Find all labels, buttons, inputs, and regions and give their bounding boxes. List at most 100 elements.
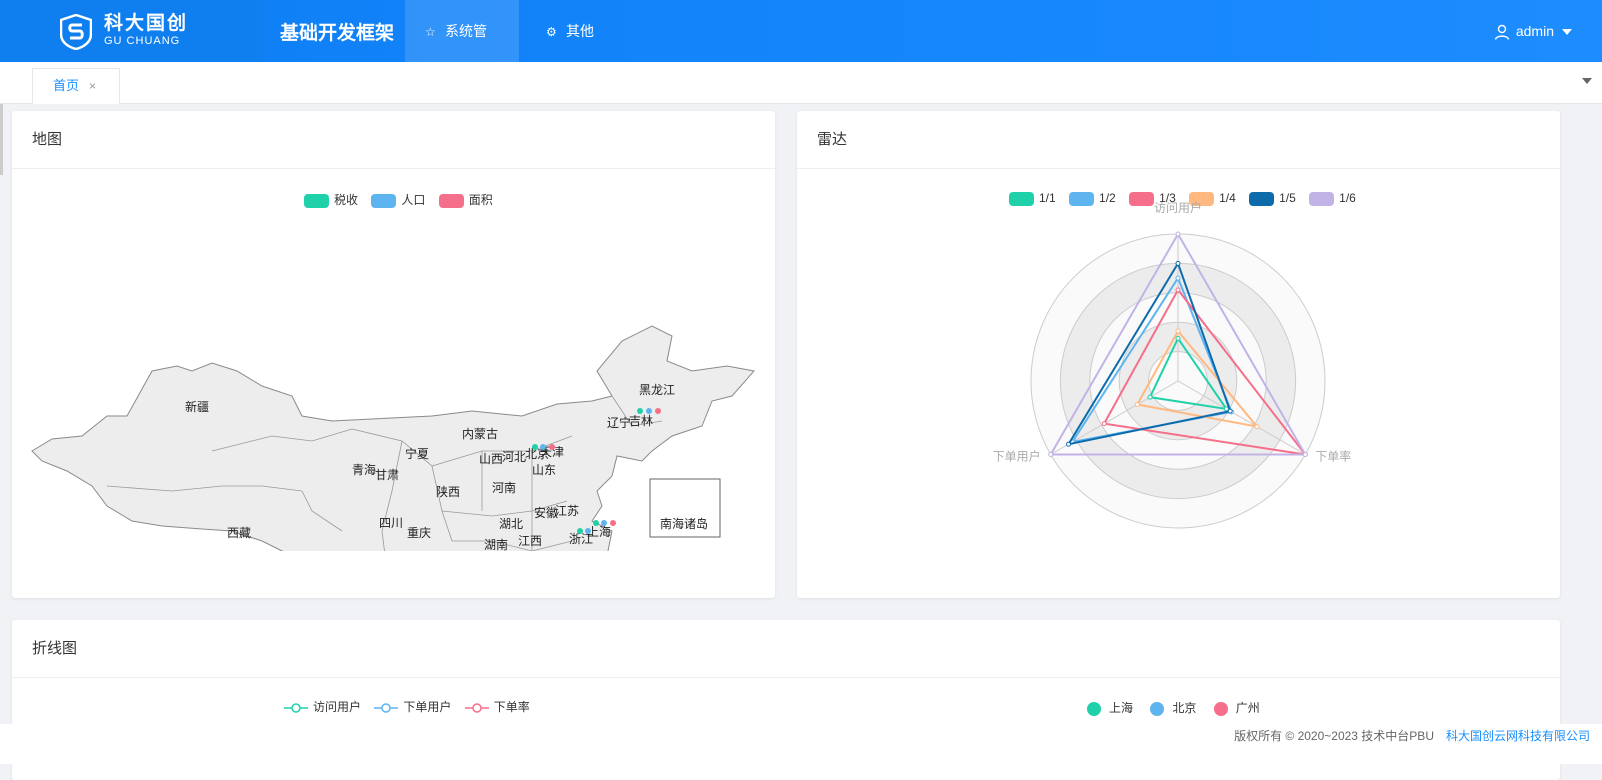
- legend-item[interactable]: 访问用户: [284, 698, 361, 715]
- legend-dot: [1150, 701, 1165, 716]
- province-label: 河南: [492, 480, 516, 495]
- legend-item[interactable]: 面积: [438, 191, 493, 208]
- legend-item[interactable]: 下单率: [464, 698, 530, 715]
- radar-indicator-label: 下单用户: [993, 449, 1041, 464]
- map-point[interactable]: [637, 408, 643, 414]
- province-label: 浙江: [569, 532, 593, 546]
- radar-card: 雷达 1/1 1/2 1/3 1/4 1/5 1/6 访问用户 下单用户 下单率: [797, 111, 1560, 598]
- company-link[interactable]: 科大国创云网科技有限公司: [1446, 729, 1590, 743]
- radar-point[interactable]: [1175, 335, 1181, 341]
- province-label: 吉林: [629, 414, 653, 428]
- province-label: 内蒙古: [462, 426, 498, 441]
- map-point[interactable]: [655, 408, 661, 414]
- map-card: 地图 税收 人口 面积 新疆 西藏 青海 甘肃 宁夏 内蒙古 黑龙江 吉林 辽宁…: [12, 111, 775, 598]
- province-label: 黑龙江: [639, 383, 675, 397]
- inset-label: 南海诸岛: [660, 516, 708, 531]
- map-point[interactable]: [532, 444, 538, 450]
- tab-home[interactable]: 首页 ×: [32, 68, 120, 104]
- province-label: 西藏: [227, 526, 251, 540]
- shield-logo-icon: [60, 14, 92, 50]
- legend-swatch: [304, 193, 329, 208]
- radar-point[interactable]: [1134, 402, 1140, 408]
- province-label: 重庆: [407, 526, 431, 540]
- user-menu[interactable]: admin: [1494, 0, 1572, 62]
- logo[interactable]: 科大国创 GU CHUANG: [0, 0, 263, 62]
- legend-label: 广州: [1235, 701, 1260, 715]
- radar-point[interactable]: [1175, 328, 1181, 334]
- radar-point[interactable]: [1254, 424, 1260, 430]
- legend-label: 上海: [1109, 701, 1134, 715]
- map-point[interactable]: [549, 444, 555, 450]
- legend-label: 下单率: [493, 700, 530, 714]
- radar-chart[interactable]: 访问用户下单用户 下单率: [797, 111, 1560, 598]
- radar-indicator-label: 访问用户: [1154, 200, 1202, 215]
- map-point[interactable]: [646, 408, 652, 414]
- top-header: 科大国创 GU CHUANG 基础开发框架 ☆系统管理 ⚙ 其他 admin: [0, 0, 1602, 102]
- legend-label: 北京: [1172, 701, 1197, 715]
- province-label: 甘肃: [375, 468, 399, 482]
- radar-point[interactable]: [1227, 408, 1233, 414]
- map-point[interactable]: [540, 444, 546, 450]
- province-label: 山西: [479, 452, 503, 466]
- map-legend: 税收 人口 面积: [304, 191, 503, 208]
- province-label: 四川: [379, 516, 403, 530]
- tab-label: 首页: [53, 78, 80, 93]
- province-label: 河北: [502, 450, 526, 464]
- legend-item[interactable]: 人口: [371, 191, 425, 208]
- radar-point[interactable]: [1302, 452, 1308, 457]
- radar-point[interactable]: [1175, 260, 1181, 266]
- province-label: 江苏: [555, 504, 579, 518]
- card-title: 折线图: [12, 620, 1560, 678]
- province-label: 江西: [518, 534, 542, 548]
- legend-label: 人口: [401, 193, 426, 207]
- radar-point[interactable]: [1048, 452, 1054, 457]
- nav-system-management[interactable]: ☆系统管理: [405, 0, 519, 102]
- app-title: 基础开发框架: [280, 23, 395, 44]
- province-label: 青海: [352, 462, 376, 477]
- nav-other[interactable]: ⚙ 其他: [526, 0, 614, 62]
- tabs-dropdown-icon[interactable]: [1582, 78, 1592, 84]
- map-point[interactable]: [593, 520, 599, 526]
- user-icon: [1494, 25, 1510, 41]
- close-icon[interactable]: ×: [89, 79, 96, 93]
- legend-item[interactable]: 下单用户: [374, 698, 451, 715]
- legend-item[interactable]: 上海: [1087, 699, 1133, 716]
- legend-line-icon: [374, 703, 399, 713]
- map-point[interactable]: [585, 528, 591, 534]
- chevron-down-icon: [1562, 29, 1572, 36]
- logo-name: 科大国创: [104, 13, 189, 34]
- province-label: 湖北: [499, 516, 523, 531]
- legend-item[interactable]: 税收: [304, 191, 358, 208]
- province-label: 山东: [532, 463, 556, 477]
- gear-icon: ⚙: [546, 25, 557, 39]
- map-point[interactable]: [577, 528, 583, 534]
- legend-label: 访问用户: [313, 700, 362, 714]
- map-point[interactable]: [601, 520, 607, 526]
- legend-label: 面积: [468, 193, 493, 207]
- radar-point[interactable]: [1066, 441, 1072, 447]
- map-point[interactable]: [610, 520, 616, 526]
- nav-label: 其他: [566, 23, 594, 39]
- radar-point[interactable]: [1101, 421, 1107, 427]
- username: admin: [1515, 23, 1554, 39]
- province-label: 新疆: [185, 399, 209, 414]
- radar-point[interactable]: [1147, 394, 1153, 400]
- province-label: 宁夏: [405, 446, 429, 461]
- province-label: 陕西: [436, 484, 460, 499]
- legend-line-icon: [284, 703, 308, 713]
- radar-point[interactable]: [1175, 275, 1181, 281]
- copyright-text: 版权所有 © 2020~2023 技术中台PBU: [1234, 729, 1434, 743]
- radar-point[interactable]: [1175, 231, 1181, 237]
- footer: 版权所有 © 2020~2023 技术中台PBU 科大国创云网科技有限公司: [0, 724, 1602, 764]
- card-title: 地图: [12, 111, 775, 169]
- legend-line-icon: [464, 703, 489, 713]
- radar-point[interactable]: [1175, 287, 1181, 293]
- legend-dot: [1087, 701, 1101, 716]
- china-map[interactable]: 新疆 西藏 青海 甘肃 宁夏 内蒙古 黑龙江 吉林 辽宁 北京 天津 河北 山西…: [12, 211, 775, 551]
- legend-swatch: [438, 193, 464, 208]
- province-label: 湖南: [484, 537, 508, 551]
- legend-item[interactable]: 广州: [1213, 699, 1260, 716]
- radar-point[interactable]: [1223, 406, 1229, 412]
- legend-item[interactable]: 北京: [1150, 699, 1196, 716]
- radar-indicator-label: 下单率: [1315, 449, 1351, 464]
